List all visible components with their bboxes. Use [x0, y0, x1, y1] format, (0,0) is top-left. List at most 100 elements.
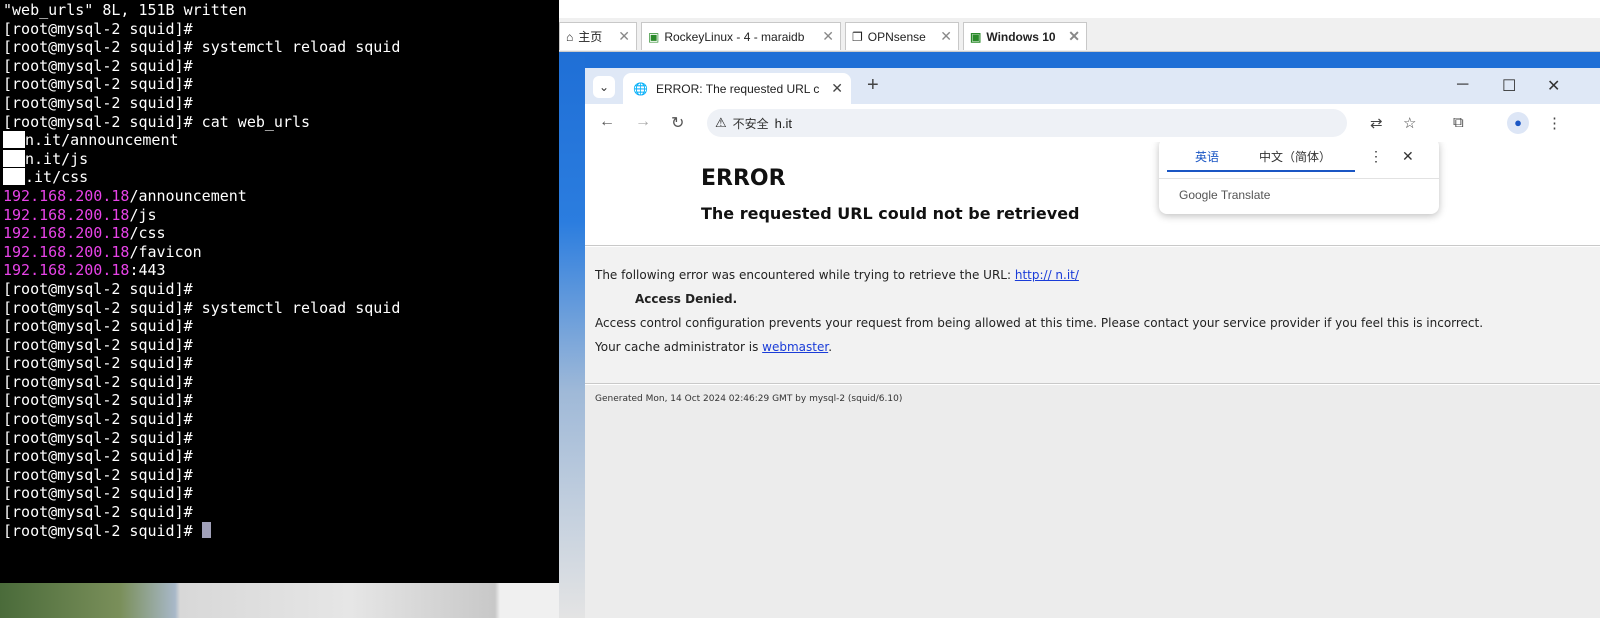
terminal-text: [root@mysql-2 squid]# systemctl reload s…: [3, 298, 401, 317]
reload-icon[interactable]: ↻: [671, 113, 684, 133]
vm-tab-home[interactable]: ⌂ 主页 ✕: [559, 22, 637, 50]
terminal-text: [root@mysql-2 squid]#: [3, 317, 193, 336]
terminal-text: "web_urls" 8L, 151B written: [3, 1, 247, 19]
terminal-line: .it/css: [3, 168, 559, 187]
vm-tab-rockylinux[interactable]: ▣ RockeyLinux - 4 - maraidb ✕: [641, 22, 841, 50]
vm-tab-opnsense[interactable]: ❐ OPNsense ✕: [845, 22, 959, 50]
terminal-text: [root@mysql-2 squid]#: [3, 447, 193, 466]
star-icon[interactable]: ☆: [1403, 114, 1416, 132]
vm-tab-windows10[interactable]: ▣ Windows 10 ✕: [963, 22, 1087, 50]
chrome-tab-error[interactable]: 🌐 ERROR: The requested URL c ✕: [623, 73, 851, 104]
terminal-line: 192.168.200.18/favicon: [3, 243, 559, 262]
terminal-text: n.it/js: [25, 149, 89, 168]
address-bar[interactable]: ⚠ 不安全 h.it: [707, 109, 1347, 137]
translate-icon[interactable]: ⇄: [1370, 114, 1383, 132]
terminal-line: [root@mysql-2 squid]# systemctl reload s…: [3, 299, 559, 318]
tab-search-button[interactable]: ⌄: [593, 76, 615, 98]
terminal-text: [root@mysql-2 squid]# systemctl reload s…: [3, 38, 401, 57]
vm-toolbar: [559, 0, 1600, 18]
ip-address-text: 192.168.200.18: [3, 205, 130, 224]
translate-source-tab[interactable]: 英语: [1195, 148, 1219, 165]
redaction-mask: [3, 149, 25, 167]
terminal-line: [root@mysql-2 squid]#: [3, 373, 559, 392]
ip-address-text: 192.168.200.18: [3, 186, 130, 205]
terminal-line: [root@mysql-2 squid]#: [3, 75, 559, 94]
translate-target-tab[interactable]: 中文（简体）: [1259, 148, 1331, 165]
url-text[interactable]: h.it: [775, 116, 792, 131]
extensions-icon[interactable]: ⧉: [1453, 114, 1464, 131]
menu-dots-icon[interactable]: ⋮: [1547, 114, 1562, 132]
terminal-text: /js: [129, 205, 157, 224]
terminal-line: n.it/js: [3, 149, 559, 169]
vm-tab-label: RockeyLinux - 4 - maraidb: [664, 29, 805, 44]
terminal-line: [root@mysql-2 squid]#: [3, 484, 559, 503]
terminal-line: [root@mysql-2 squid]#: [3, 447, 559, 466]
terminal-text: [root@mysql-2 squid]#: [3, 503, 193, 522]
vm-tab-label: OPNsense: [867, 29, 926, 44]
tab-title: ERROR: The requested URL c: [655, 81, 820, 96]
terminal-line: [root@mysql-2 squid]#: [3, 94, 559, 113]
terminal-text: [root@mysql-2 squid]#: [3, 354, 193, 373]
globe-icon: 🌐: [633, 81, 648, 96]
terminal-line: [root@mysql-2 squid]#: [3, 429, 559, 448]
vm-icon: ❐: [852, 29, 863, 44]
terminal-text: [root@mysql-2 squid]#: [3, 93, 193, 112]
requested-url-link[interactable]: http:// n.it/: [1015, 268, 1079, 282]
terminal-line: [root@mysql-2 squid]#: [3, 410, 559, 429]
tab-underline: [1167, 170, 1355, 172]
cache-admin-line: Your cache administrator is webmaster.: [595, 340, 832, 354]
terminal-line: 192.168.200.18/css: [3, 224, 559, 243]
profile-avatar-icon[interactable]: ●: [1507, 112, 1529, 134]
terminal-line: 192.168.200.18:443: [3, 261, 559, 280]
chrome-tab-strip: ⌄ 🌐 ERROR: The requested URL c ✕ + ─ ☐ ✕: [585, 68, 1600, 104]
terminal-line: [root@mysql-2 squid]#: [3, 391, 559, 410]
error-body: The following error was encountered whil…: [585, 247, 1600, 384]
close-icon[interactable]: ✕: [831, 80, 843, 97]
maximize-icon[interactable]: ☐: [1502, 76, 1516, 96]
terminal-text: [root@mysql-2 squid]# cat web_urls: [3, 112, 311, 131]
error-header: ERROR The requested URL could not be ret…: [585, 142, 1600, 246]
terminal-line: [root@mysql-2 squid]#: [3, 336, 559, 355]
ip-address-text: 192.168.200.18: [3, 242, 130, 261]
terminal-line: 192.168.200.18/js: [3, 206, 559, 225]
divider: [1159, 178, 1439, 179]
chrome-toolbar: ← → ↻ ⚠ 不安全 h.it ⇄ ☆ ⧉ ● ⋮: [585, 104, 1600, 142]
error-title: ERROR: [701, 166, 786, 191]
terminal-text: :443: [129, 261, 166, 280]
terminal-line: 192.168.200.18/announcement: [3, 187, 559, 206]
error-subtitle: The requested URL could not be retrieved: [701, 204, 1080, 223]
minimize-icon[interactable]: ─: [1457, 76, 1468, 94]
terminal-text: [root@mysql-2 squid]#: [3, 484, 193, 503]
vm-tab-bar: ⌂ 主页 ✕ ▣ RockeyLinux - 4 - maraidb ✕ ❐ O…: [559, 18, 1600, 52]
generated-text: Generated Mon, 14 Oct 2024 02:46:29 GMT …: [595, 394, 903, 404]
webmaster-link[interactable]: webmaster: [762, 340, 828, 354]
terminal-text: /favicon: [129, 242, 202, 261]
terminal-line: [root@mysql-2 squid]# systemctl reload s…: [3, 38, 559, 57]
new-tab-button[interactable]: +: [867, 74, 879, 97]
warning-icon: ⚠: [715, 115, 727, 130]
terminal-line: "web_urls" 8L, 151B written: [3, 1, 559, 20]
terminal-line: [root@mysql-2 squid]# cat web_urls: [3, 113, 559, 132]
forward-arrow-icon[interactable]: →: [635, 113, 651, 131]
home-icon: ⌂: [566, 29, 574, 44]
terminal-line: [root@mysql-2 squid]#: [3, 354, 559, 373]
redaction-mask: [3, 168, 25, 186]
ip-address-text: 192.168.200.18: [3, 261, 130, 280]
close-icon[interactable]: ✕: [940, 28, 952, 45]
access-denied-text: Access Denied.: [635, 292, 738, 306]
encounter-text: The following error was encountered whil…: [595, 268, 1015, 282]
terminal-text: /announcement: [129, 186, 247, 205]
back-arrow-icon[interactable]: ←: [599, 113, 615, 131]
close-icon[interactable]: ✕: [822, 28, 834, 45]
terminal-text: [root@mysql-2 squid]#: [3, 521, 202, 540]
close-icon[interactable]: ✕: [1402, 148, 1414, 165]
terminal-text: [root@mysql-2 squid]#: [3, 75, 193, 94]
close-icon[interactable]: ✕: [618, 28, 630, 45]
vm-guest-screen[interactable]: ⌄ 🌐 ERROR: The requested URL c ✕ + ─ ☐ ✕…: [559, 52, 1600, 618]
redaction-mask: [3, 131, 25, 149]
terminal-window[interactable]: "web_urls" 8L, 151B written [root@mysql-2…: [0, 0, 559, 583]
close-icon[interactable]: ✕: [1068, 28, 1080, 45]
close-window-icon[interactable]: ✕: [1547, 76, 1560, 96]
more-options-icon[interactable]: ⋮: [1369, 148, 1383, 165]
terminal-text: [root@mysql-2 squid]#: [3, 372, 193, 391]
